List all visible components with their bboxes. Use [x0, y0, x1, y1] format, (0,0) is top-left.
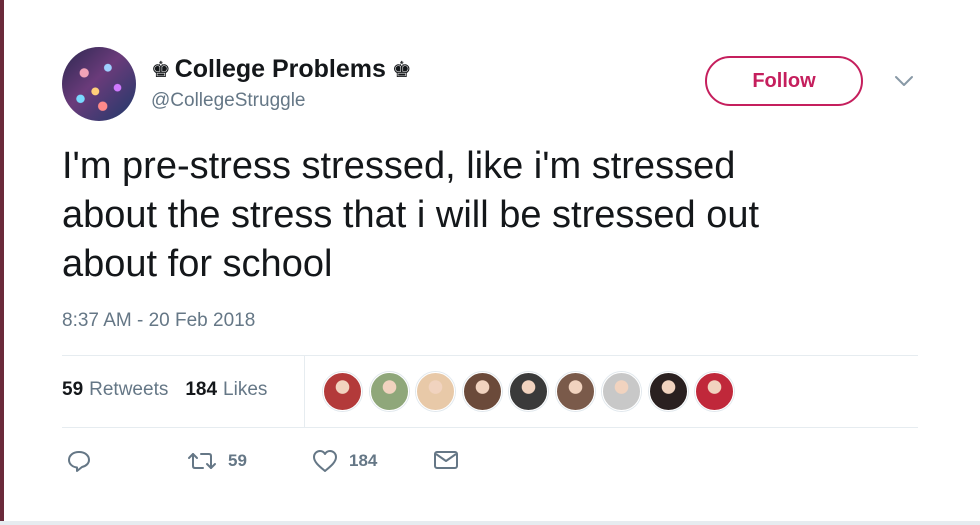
direct-message-button[interactable]	[432, 448, 460, 472]
liker-avatar-7[interactable]	[602, 372, 641, 411]
stats-divider	[304, 356, 305, 427]
chevron-down-icon[interactable]	[893, 74, 915, 88]
likes-label[interactable]: Likes	[223, 379, 267, 401]
tweet-text: I'm pre-stress stressed, like i'm stress…	[62, 145, 760, 285]
retweets-label[interactable]: Retweets	[89, 379, 168, 401]
liker-avatar-6[interactable]	[555, 372, 595, 411]
follow-button[interactable]: Follow	[705, 56, 863, 106]
divider	[62, 427, 918, 428]
liker-avatars	[323, 372, 742, 411]
liker-avatar-4[interactable]	[462, 372, 502, 411]
liker-avatar-5[interactable]	[509, 372, 548, 411]
crown-icon: ♚	[151, 56, 171, 82]
retweet-icon	[188, 453, 216, 469]
envelope-icon	[434, 451, 458, 469]
liker-avatar-3[interactable]	[416, 372, 455, 411]
display-name-row[interactable]: ♚ College Problems ♚	[151, 55, 412, 84]
retweets-count[interactable]: 59	[62, 379, 83, 401]
tweet-stats: 59 Retweets 184 Likes	[62, 379, 267, 401]
liker-avatar-8[interactable]	[648, 372, 688, 411]
reply-icon	[68, 451, 90, 472]
user-handle[interactable]: @CollegeStruggle	[151, 90, 306, 112]
crown-icon: ♚	[391, 56, 412, 82]
like-action-count: 184	[349, 451, 378, 470]
likes-count[interactable]: 184	[185, 379, 217, 401]
heart-icon	[313, 450, 337, 472]
reply-button[interactable]	[66, 448, 92, 474]
retweet-action-count: 59	[228, 451, 247, 470]
tweet-card: ♚ College Problems ♚ @CollegeStruggle Fo…	[0, 0, 980, 521]
liker-avatar-9[interactable]	[695, 372, 734, 411]
tweet-actions: 59 184	[0, 448, 980, 478]
divider	[62, 355, 918, 356]
liker-avatar-1[interactable]	[323, 372, 362, 411]
like-button[interactable]: 184	[311, 448, 377, 474]
page-bottom-edge	[0, 521, 980, 525]
retweet-button[interactable]: 59	[186, 448, 247, 474]
profile-avatar[interactable]	[62, 47, 136, 121]
tweet-timestamp[interactable]: 8:37 AM - 20 Feb 2018	[62, 310, 255, 332]
display-name[interactable]: College Problems	[175, 55, 386, 84]
liker-avatar-2[interactable]	[369, 372, 409, 411]
